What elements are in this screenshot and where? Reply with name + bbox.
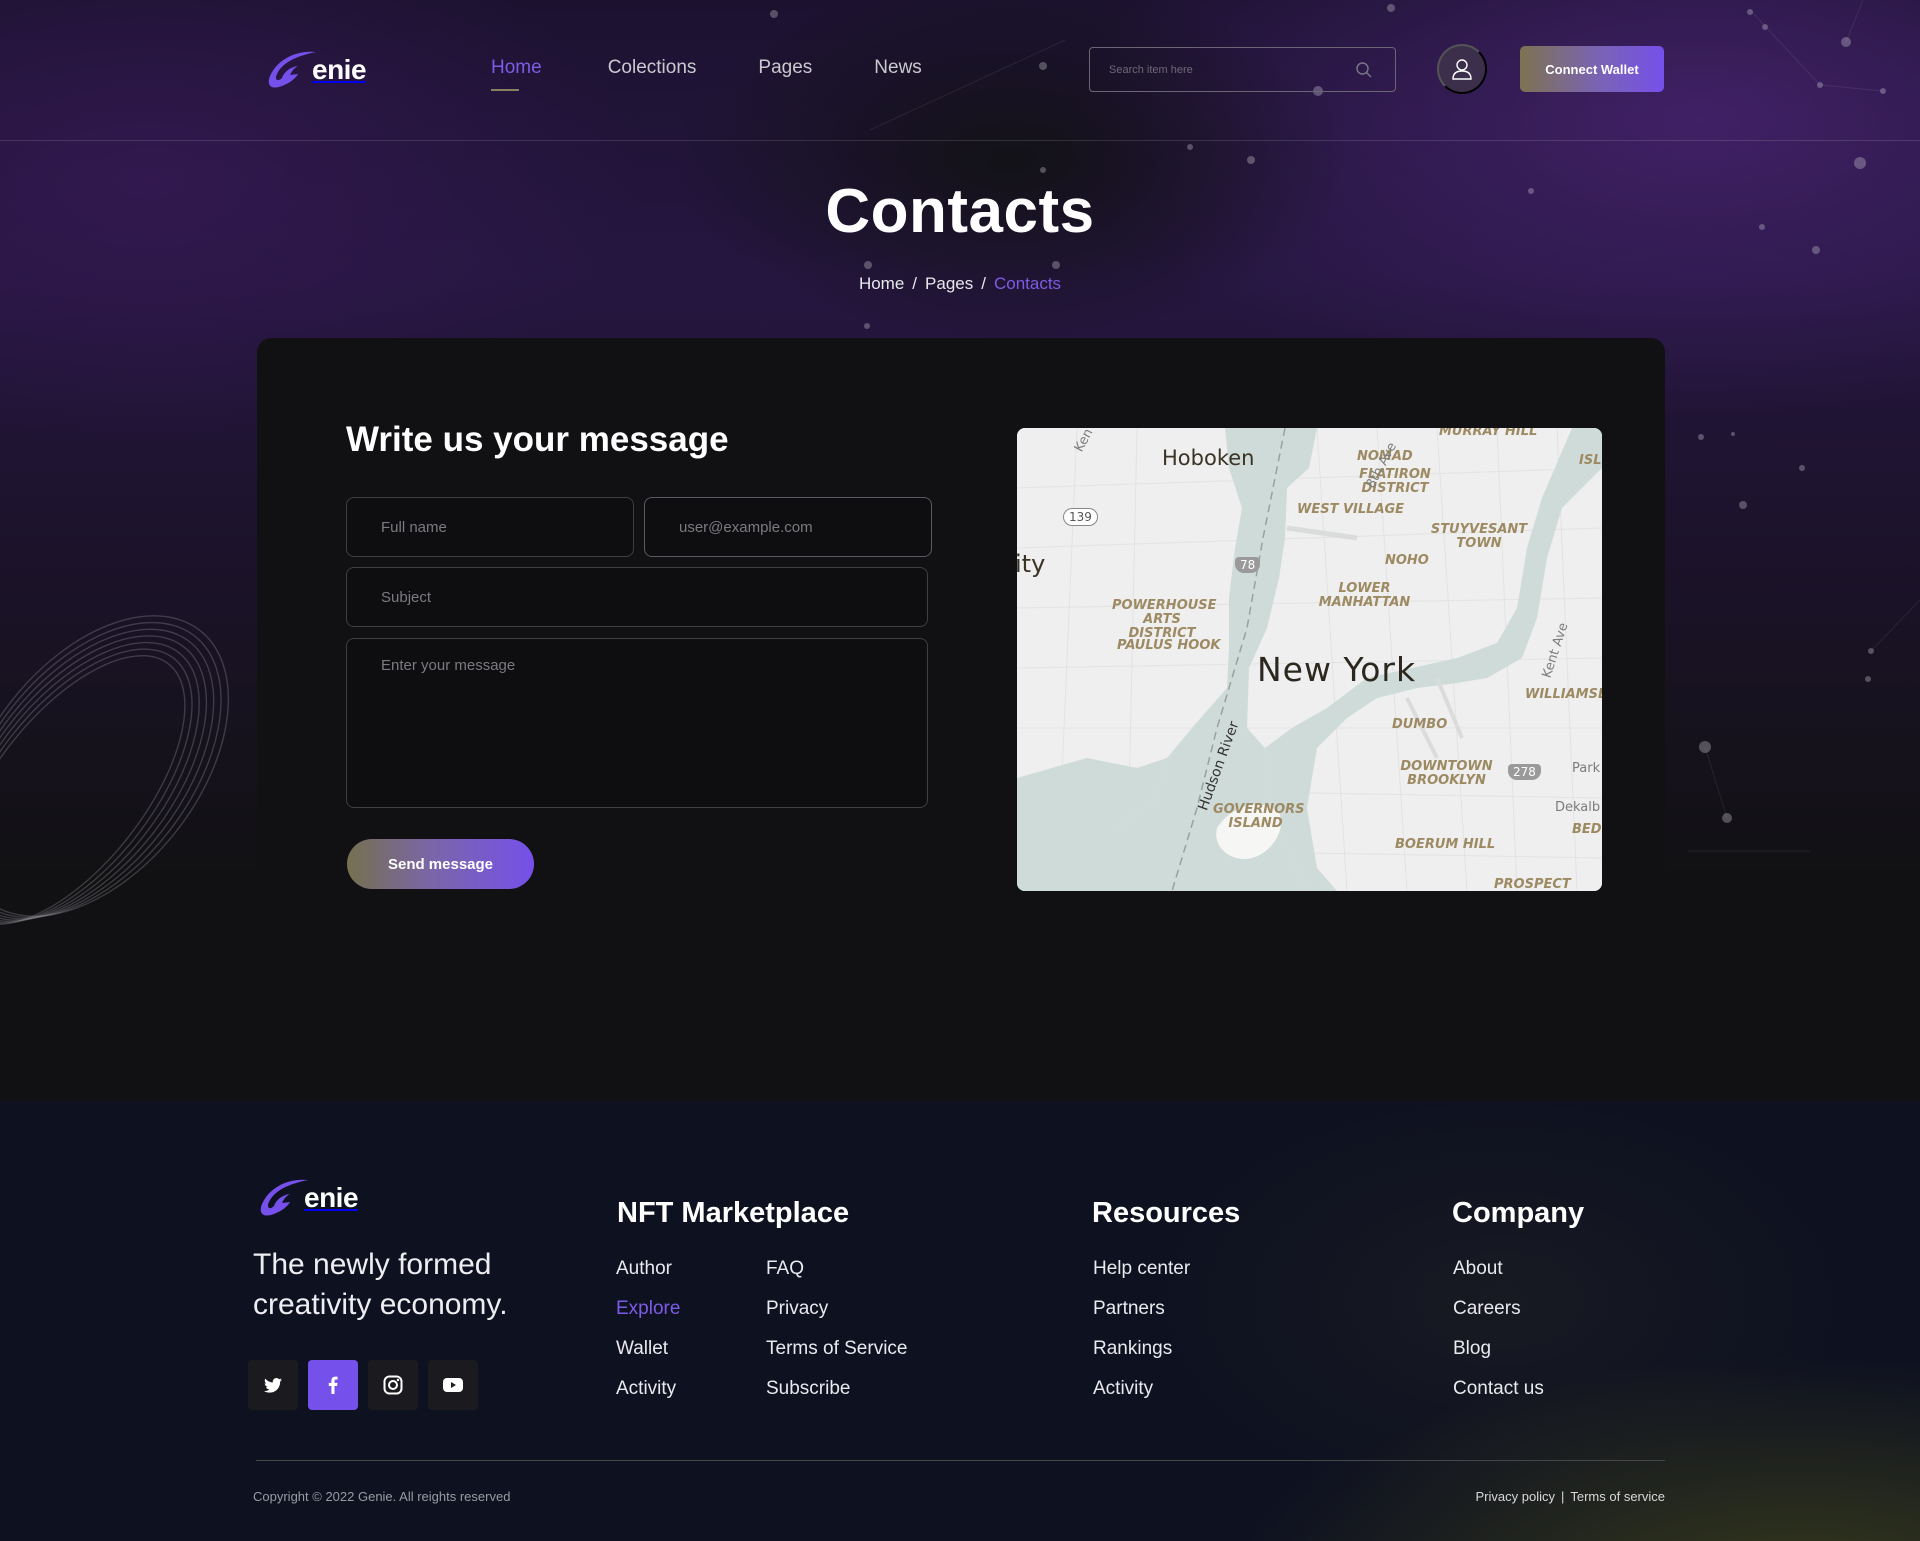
footer-link-privacy[interactable]: Privacy — [766, 1295, 907, 1335]
user-icon — [1452, 59, 1472, 80]
footer-divider — [256, 1460, 1665, 1461]
breadcrumb-pages[interactable]: Pages — [925, 274, 973, 293]
footer-links-nft-a: Author Explore Wallet Activity — [616, 1255, 680, 1415]
footer-brand-logo[interactable]: enie — [256, 1176, 359, 1220]
footer-link-help-center[interactable]: Help center — [1093, 1255, 1190, 1295]
breadcrumb-separator: / — [912, 274, 918, 293]
footer-link-faq[interactable]: FAQ — [766, 1255, 907, 1295]
footer-link-blog[interactable]: Blog — [1453, 1335, 1544, 1375]
map-label-hoboken: Hoboken — [1162, 446, 1255, 470]
social-links — [248, 1360, 478, 1410]
route-78-shield: 78 — [1235, 557, 1261, 573]
youtube-icon — [443, 1378, 463, 1392]
map-label-noho: NOHO — [1385, 553, 1429, 568]
map-label-dekalb: Dekalb — [1555, 800, 1601, 815]
instagram-link[interactable] — [368, 1360, 418, 1410]
privacy-policy-link[interactable]: Privacy policy — [1476, 1489, 1555, 1504]
route-278-shield: 278 — [1508, 764, 1541, 780]
brand-name: enie — [304, 1182, 359, 1213]
footer-heading-resources: Resources — [1092, 1197, 1241, 1229]
footer-link-wallet[interactable]: Wallet — [616, 1335, 680, 1375]
full-name-field — [346, 497, 634, 557]
footer-link-activity[interactable]: Activity — [616, 1375, 680, 1415]
map-label-west-village: WEST VILLAGE — [1297, 502, 1405, 517]
site-header: enie Home Colections Pages News Connect … — [0, 0, 1920, 141]
footer-link-rankings[interactable]: Rankings — [1093, 1335, 1190, 1375]
footer-tagline: The newly formed creativity economy. — [253, 1248, 508, 1321]
footer-link-contact-us[interactable]: Contact us — [1453, 1375, 1544, 1415]
footer-heading-company: Company — [1452, 1197, 1585, 1229]
email-field — [644, 497, 932, 557]
map-label-new-york: New York — [1257, 650, 1417, 689]
map-label-powerhouse: POWERHOUSE ARTS DISTRICT — [1112, 598, 1217, 641]
breadcrumb-current: Contacts — [993, 274, 1062, 293]
map-label-isl: ISL — [1579, 453, 1602, 468]
map-label-bed: BED — [1572, 822, 1602, 837]
location-map[interactable]: Hoboken ity New York MURRAY HILL NOMAD F… — [1017, 428, 1602, 891]
youtube-link[interactable] — [428, 1360, 478, 1410]
nav-home[interactable]: Home — [491, 57, 542, 91]
route-139-shield: 139 — [1063, 508, 1098, 526]
footer-links-company: About Careers Blog Contact us — [1453, 1255, 1544, 1415]
map-label-prospect: PROSPECT — [1494, 877, 1571, 892]
map-label-murray-hill: MURRAY HILL — [1439, 428, 1538, 439]
main-nav: Home Colections Pages News — [491, 57, 922, 91]
copyright-text: Copyright © 2022 Genie. All reights rese… — [253, 1489, 511, 1504]
form-title: Write us your message — [346, 420, 729, 459]
footer-links-nft-b: FAQ Privacy Terms of Service Subscribe — [766, 1255, 907, 1415]
footer-link-terms-of-service[interactable]: Terms of Service — [766, 1335, 907, 1375]
footer-link-author[interactable]: Author — [616, 1255, 680, 1295]
footer-link-careers[interactable]: Careers — [1453, 1295, 1544, 1335]
terms-of-service-link[interactable]: Terms of service — [1570, 1489, 1665, 1504]
send-message-button[interactable]: Send message — [347, 839, 534, 889]
subject-input[interactable] — [347, 568, 927, 626]
map-label-downtown-brooklyn: DOWNTOWN BROOKLYN — [1400, 759, 1493, 788]
footer-link-explore[interactable]: Explore — [616, 1295, 680, 1335]
footer-link-partners[interactable]: Partners — [1093, 1295, 1190, 1335]
full-name-input[interactable] — [347, 498, 633, 556]
brand-logo[interactable]: enie — [264, 48, 367, 92]
nav-collections[interactable]: Colections — [608, 57, 697, 79]
map-label-paulus-hook: PAULUS HOOK — [1117, 638, 1221, 653]
facebook-link[interactable] — [308, 1360, 358, 1410]
email-input[interactable] — [645, 498, 931, 556]
map-label-governors-island: GOVERNORS ISLAND — [1213, 802, 1305, 831]
map-label-boerum-hill: BOERUM HILL — [1395, 837, 1496, 852]
twitter-icon — [264, 1377, 282, 1393]
breadcrumb: Home / Pages / Contacts — [0, 274, 1920, 294]
footer-link-about[interactable]: About — [1453, 1255, 1544, 1295]
search-box — [1089, 47, 1396, 92]
map-label-stuyvesant: STUYVESANT TOWN — [1430, 522, 1528, 551]
subject-field — [346, 567, 928, 627]
footer-heading-nft-marketplace: NFT Marketplace — [617, 1197, 850, 1229]
footer-link-resources-activity[interactable]: Activity — [1093, 1375, 1190, 1415]
map-label-williamsburg: WILLIAMSB — [1525, 687, 1602, 702]
breadcrumb-separator: / — [981, 274, 986, 293]
legal-separator: | — [1560, 1489, 1565, 1504]
map-label-city: ity — [1017, 550, 1046, 578]
search-input[interactable] — [1090, 48, 1395, 91]
connect-wallet-button[interactable]: Connect Wallet — [1520, 46, 1664, 92]
map-label-dumbo: DUMBO — [1392, 717, 1448, 732]
breadcrumb-home[interactable]: Home — [859, 274, 904, 293]
map-label-lower-manhattan: LOWER MANHATTAN — [1318, 581, 1411, 610]
nav-news[interactable]: News — [874, 57, 922, 79]
map-label-park: Park — [1572, 761, 1601, 776]
brand-name: enie — [312, 54, 367, 85]
facebook-icon — [328, 1376, 338, 1394]
instagram-icon — [383, 1375, 403, 1395]
message-field — [346, 638, 928, 808]
footer-links-resources: Help center Partners Rankings Activity — [1093, 1255, 1190, 1415]
nav-pages[interactable]: Pages — [758, 57, 812, 79]
page-title: Contacts — [825, 177, 1095, 246]
footer-link-subscribe[interactable]: Subscribe — [766, 1375, 907, 1415]
twitter-link[interactable] — [248, 1360, 298, 1410]
message-textarea[interactable] — [347, 639, 927, 807]
legal-links: Privacy policy | Terms of service — [1476, 1489, 1666, 1504]
user-account-button[interactable] — [1437, 44, 1487, 94]
search-icon[interactable] — [1355, 61, 1373, 79]
